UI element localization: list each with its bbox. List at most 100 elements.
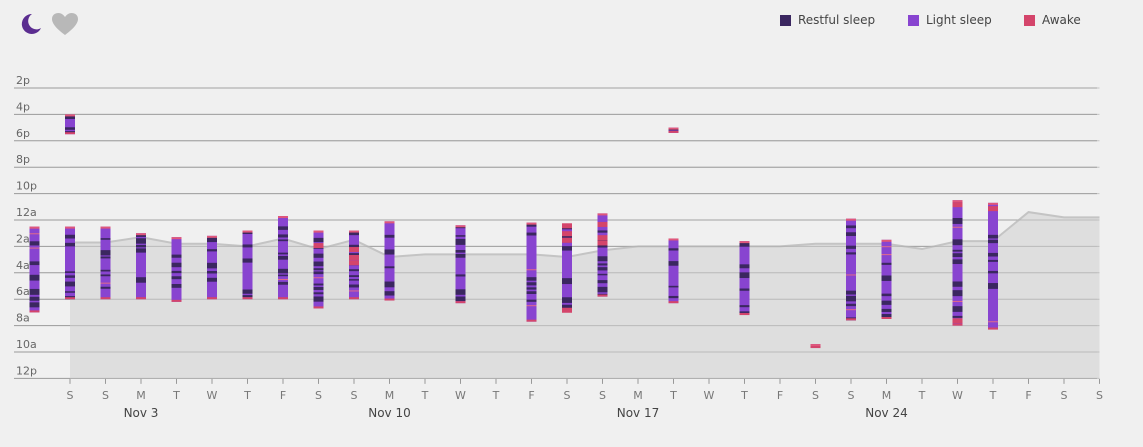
restful-sleep-segment	[526, 282, 537, 286]
bar-bottom-cap	[278, 297, 288, 300]
x-day-label: S	[564, 389, 571, 402]
restful-sleep-segment	[597, 273, 608, 276]
bar-top-cap	[349, 230, 359, 233]
restful-sleep-segment	[597, 263, 608, 266]
restful-sleep-segment	[313, 253, 324, 258]
x-day-label: T	[243, 389, 251, 402]
sleep-bar	[881, 239, 892, 319]
restful-sleep-segment	[881, 275, 892, 281]
restful-sleep-segment	[455, 253, 466, 258]
restful-sleep-segment	[207, 249, 217, 252]
bar-bottom-cap	[171, 299, 182, 302]
restful-sleep-segment	[739, 305, 750, 308]
awake-mark	[597, 221, 608, 227]
y-tick-label: 10a	[16, 338, 37, 351]
x-day-label: T	[492, 389, 500, 402]
restful-sleep-segment	[349, 279, 359, 281]
y-tick-label: 2p	[16, 74, 30, 87]
x-day-label: T	[172, 389, 180, 402]
brief-awake-segment	[846, 309, 856, 311]
sleep-bar	[313, 230, 324, 309]
restful-sleep-segment	[384, 266, 395, 269]
restful-sleep-segment	[384, 281, 395, 288]
restful-sleep-segment	[384, 291, 395, 296]
awake-mark	[952, 318, 963, 324]
sleep-bar	[29, 226, 40, 313]
bar-top-cap	[100, 226, 111, 229]
awake-mark	[952, 202, 963, 208]
restful-sleep-segment	[455, 235, 466, 237]
x-week-label: Nov 24	[865, 406, 908, 420]
bar-bottom-cap	[597, 294, 608, 297]
restful-sleep-segment	[526, 291, 537, 294]
x-day-label: T	[669, 389, 677, 402]
restful-sleep-segment	[881, 262, 892, 265]
y-tick-label: 10p	[16, 180, 37, 193]
restful-sleep-segment	[136, 277, 146, 283]
sleep-bar	[207, 235, 217, 300]
x-day-label: S	[1096, 389, 1103, 402]
restful-sleep-segment	[136, 244, 146, 248]
bar-top-cap	[988, 202, 998, 205]
sleep-chart: 2p 4p 6p 8p 10p 12a 2a 4a 6a 8a 10a 12p S S M T W T F S S M T W…	[14, 74, 1103, 420]
x-day-label: T	[989, 389, 997, 402]
restful-sleep-segment	[278, 226, 288, 230]
sleep-bar	[526, 222, 537, 322]
restful-sleep-segment	[65, 271, 75, 273]
bar-top-cap	[668, 127, 679, 130]
light-sleep-segment	[739, 241, 750, 316]
x-day-label: S	[812, 389, 819, 402]
restful-sleep-segment	[739, 311, 750, 313]
brief-awake-segment	[29, 233, 40, 235]
sleep-bar	[171, 237, 182, 302]
bar-top-cap	[526, 222, 537, 225]
y-tick-label: 8p	[16, 153, 30, 166]
restful-sleep-segment	[597, 256, 608, 262]
restful-sleep-segment	[952, 306, 963, 312]
restful-sleep-segment	[65, 291, 75, 293]
light-sleep-segment	[171, 237, 182, 302]
x-day-label: S	[102, 389, 109, 402]
awake-mark	[349, 247, 359, 253]
restful-sleep-segment	[846, 232, 856, 236]
awake-mark	[562, 231, 572, 237]
bar-top-cap	[65, 226, 75, 229]
restful-sleep-segment	[349, 275, 359, 277]
typical-sleep-band	[70, 212, 1100, 379]
restful-sleep-segment	[526, 277, 537, 281]
restful-sleep-segment	[136, 248, 146, 253]
restful-sleep-segment	[29, 288, 40, 295]
restful-sleep-segment	[668, 261, 679, 266]
restful-sleep-segment	[171, 284, 182, 288]
bar-top-cap	[313, 230, 324, 233]
x-day-label: F	[280, 389, 286, 402]
restful-sleep-segment	[313, 296, 324, 302]
light-sleep-segment	[988, 202, 998, 330]
x-day-label: T	[918, 389, 926, 402]
restful-sleep-segment	[313, 237, 324, 243]
brief-awake-segment	[100, 282, 111, 284]
y-tick-label: 8a	[16, 312, 30, 325]
restful-sleep-segment	[65, 281, 75, 287]
x-day-label: W	[704, 389, 715, 402]
y-tick-label: 12p	[16, 364, 37, 377]
restful-sleep-segment	[242, 244, 253, 248]
bar-top-cap	[65, 114, 75, 117]
restful-sleep-segment	[384, 234, 395, 238]
awake-mark	[313, 243, 324, 249]
brief-awake-segment	[952, 300, 963, 302]
brief-awake-segment	[526, 305, 537, 307]
restful-sleep-segment	[597, 230, 608, 233]
sleep-bar	[739, 241, 750, 316]
x-day-label: M	[882, 389, 892, 402]
bar-top-cap	[810, 344, 821, 347]
brief-awake-segment	[846, 274, 856, 276]
restful-sleep-segment	[526, 232, 537, 236]
restful-sleep-segment	[881, 308, 892, 312]
x-day-label: S	[351, 389, 358, 402]
restful-sleep-segment	[952, 290, 963, 297]
x-day-label: M	[136, 389, 146, 402]
bar-bottom-cap	[29, 310, 40, 313]
x-day-label: T	[740, 389, 748, 402]
restful-sleep-segment	[242, 289, 253, 294]
